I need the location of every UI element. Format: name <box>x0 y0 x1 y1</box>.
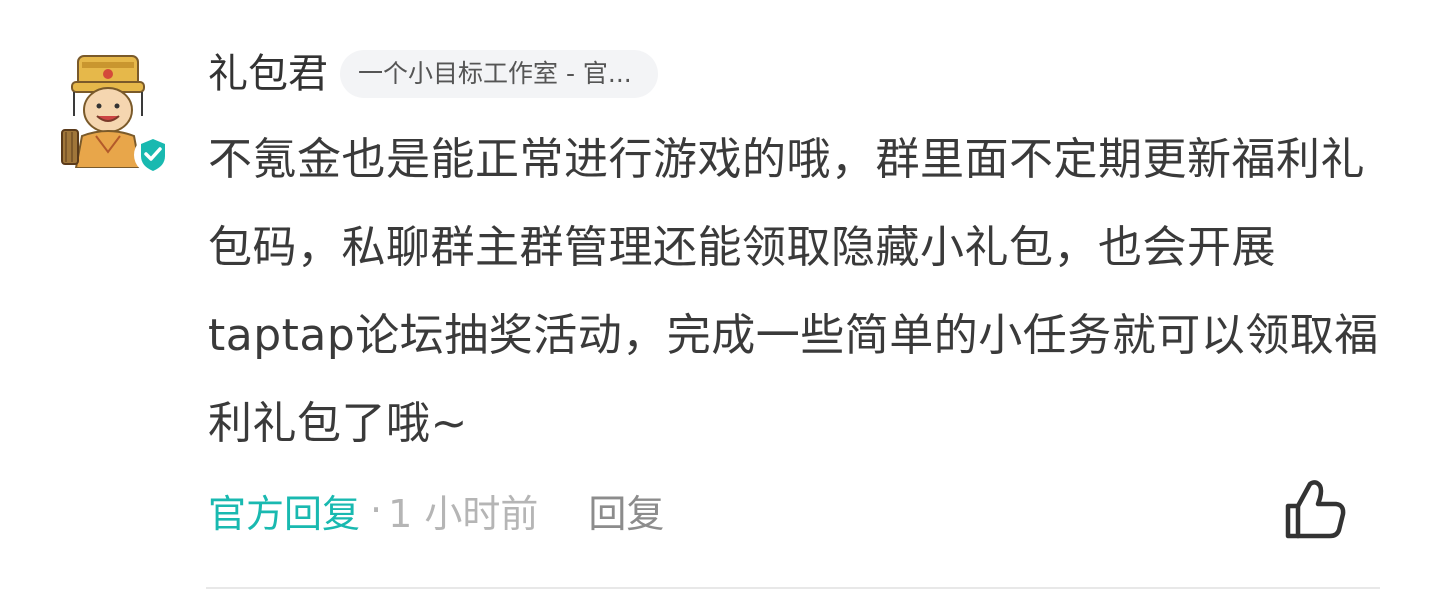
comment-header: 礼包君 一个小目标工作室 - 官... <box>208 46 658 102</box>
studio-badge[interactable]: 一个小目标工作室 - 官... <box>340 50 658 98</box>
divider <box>206 587 1380 589</box>
official-reply-label: 官方回复 <box>208 491 361 536</box>
comment-card: 礼包君 一个小目标工作室 - 官... 不氪金也是能正常进行游戏的哦，群里面不定… <box>0 0 1440 596</box>
username[interactable]: 礼包君 <box>208 46 328 102</box>
comment-footer: 官方回复 · 1 小时前 回复 <box>208 480 664 540</box>
comment-body: 不氪金也是能正常进行游戏的哦，群里面不定期更新福利礼包码，私聊群主群管理还能领取… <box>208 134 1379 449</box>
separator-dot: · <box>370 488 383 532</box>
timestamp: 1 小时前 <box>388 491 539 536</box>
thumbs-up-icon[interactable] <box>1280 474 1350 544</box>
avatar-container[interactable] <box>52 52 172 176</box>
reply-button[interactable]: 回复 <box>588 483 664 538</box>
verified-check-icon <box>134 136 172 174</box>
